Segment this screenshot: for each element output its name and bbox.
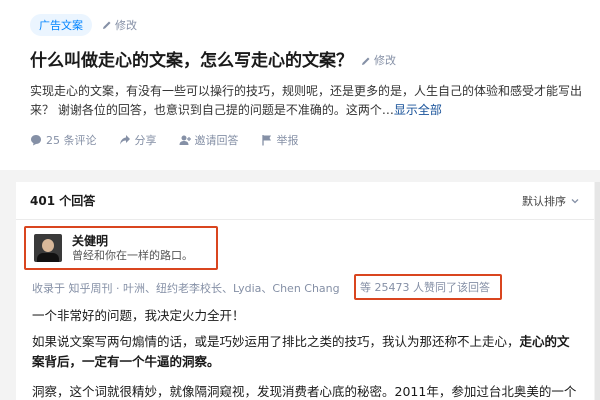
share-icon	[119, 135, 130, 145]
pencil-icon	[362, 57, 370, 65]
invite-label: 邀请回答	[194, 134, 239, 147]
invite-icon	[179, 135, 191, 145]
author-bio: 曾经和你在一样的路口。	[72, 249, 193, 262]
topic-row: 广告文案 修改	[30, 14, 570, 36]
show-all-link[interactable]: 显示全部	[394, 103, 442, 117]
comments-label: 25 条评论	[46, 134, 97, 147]
report-button[interactable]: 举报	[261, 132, 299, 148]
answers-header: 401 个回答 默认排序	[16, 182, 594, 220]
edit-title-label: 修改	[374, 54, 396, 67]
edit-topics-button[interactable]: 修改	[102, 17, 137, 33]
author-name[interactable]: 关健明	[72, 233, 193, 249]
edit-title-button[interactable]: 修改	[361, 50, 396, 72]
scrollbar[interactable]	[595, 182, 600, 400]
question-description: 实现走心的文案，有没有一些可以操行的技巧，规则呢，还是更多的是，人生自己的体验和…	[30, 82, 585, 120]
avatar-face	[42, 239, 54, 252]
answer-paragraph-1: 一个非常好的问题，我决定火力全开！	[32, 308, 245, 323]
sort-dropdown[interactable]: 默认排序	[522, 193, 580, 209]
question-title-row: 什么叫做走心的文案，怎么写走心的文案？ 修改	[30, 50, 570, 72]
chevron-down-icon	[571, 198, 579, 203]
sort-label: 默认排序	[522, 194, 566, 208]
pencil-icon	[103, 21, 111, 29]
avatar-shirt	[37, 253, 59, 262]
topic-tag[interactable]: 广告文案	[30, 14, 92, 36]
answer-paragraph-3: 洞察，这个词就很精妙，就像隔洞窥视，发现消费者心底的秘密。2011年，参加过台北…	[32, 384, 577, 399]
comments-button[interactable]: 25 条评论	[30, 132, 97, 148]
avatar[interactable]	[34, 234, 62, 262]
share-button[interactable]: 分享	[119, 132, 157, 148]
author-info: 关健明 曾经和你在一样的路口。	[72, 233, 193, 263]
collected-by[interactable]: 收录于 知乎周刊 · 叶洲、纽约老李校长、Lydia、Chen Chang	[32, 280, 340, 296]
invite-button[interactable]: 邀请回答	[179, 132, 239, 148]
question-action-row: 25 条评论 分享 邀请回答 举报	[30, 132, 570, 148]
question-card: 广告文案 修改 什么叫做走心的文案，怎么写走心的文案？ 修改 实现走心的文案，有…	[0, 0, 600, 170]
vote-count[interactable]: 等 25473 人赞同了该回答	[354, 274, 502, 300]
question-description-text: 实现走心的文案，有没有一些可以操行的技巧，规则呢，还是更多的是，人生自己的体验和…	[30, 84, 583, 117]
vote-count-label: 等 25473 人赞同了该回答	[360, 281, 490, 294]
question-title[interactable]: 什么叫做走心的文案，怎么写走心的文案？	[30, 50, 353, 72]
answer-paragraph-2: 如果说文案写两句煽情的话，或是巧妙运用了排比之类的技巧，我认为那还称不上走心，走…	[32, 332, 582, 372]
edit-topics-label: 修改	[115, 19, 137, 32]
report-label: 举报	[276, 134, 299, 147]
comment-icon	[31, 135, 41, 146]
answers-count: 401 个回答	[30, 194, 96, 208]
answers-card: 401 个回答 默认排序 关健明 曾经和你在一样的路口。 收录于 知乎周刊 · …	[16, 182, 594, 400]
answer-paragraph-2-text: 如果说文案写两句煽情的话，或是巧妙运用了排比之类的技巧，我认为那还称不上走心，	[32, 334, 520, 349]
share-label: 分享	[134, 134, 157, 147]
answer-author: 关健明 曾经和你在一样的路口。	[24, 226, 218, 270]
flag-icon	[261, 135, 271, 146]
